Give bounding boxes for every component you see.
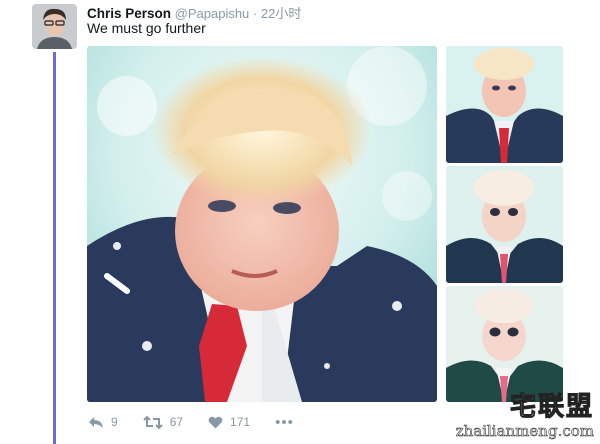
retweet-icon [142,415,163,429]
reply-count: 9 [111,415,118,429]
thread-line [53,52,56,444]
watermark-url: zhailianmeng.com [455,422,594,441]
watermark: 宅联盟 zhailianmeng.com [455,392,594,441]
watermark-logo: 宅联盟 [509,392,594,422]
reply-button[interactable]: 9 [88,415,118,429]
retweet-count: 67 [169,415,184,429]
media-photo-main[interactable] [87,46,437,402]
more-icon[interactable]: ••• [275,414,294,431]
media-photo-2[interactable] [446,46,563,163]
header-separator: · [252,6,258,21]
reply-icon [89,416,103,428]
author-name[interactable]: Chris Person [87,6,171,21]
author-handle[interactable]: @Papapishu [175,6,250,21]
tweet-time[interactable]: 22小时 [261,6,301,21]
tweet-actions: 9 67 171 ••• [88,412,294,432]
like-count: 171 [230,415,251,429]
media-photo-3[interactable] [446,166,563,283]
media-photo-4[interactable] [446,286,563,402]
retweet-button[interactable]: 67 [142,415,184,429]
tweet-text: We must go further [87,20,206,36]
avatar[interactable] [32,4,77,49]
avatar-image [32,4,77,49]
heart-icon [208,416,223,428]
like-button[interactable]: 171 [208,415,250,429]
